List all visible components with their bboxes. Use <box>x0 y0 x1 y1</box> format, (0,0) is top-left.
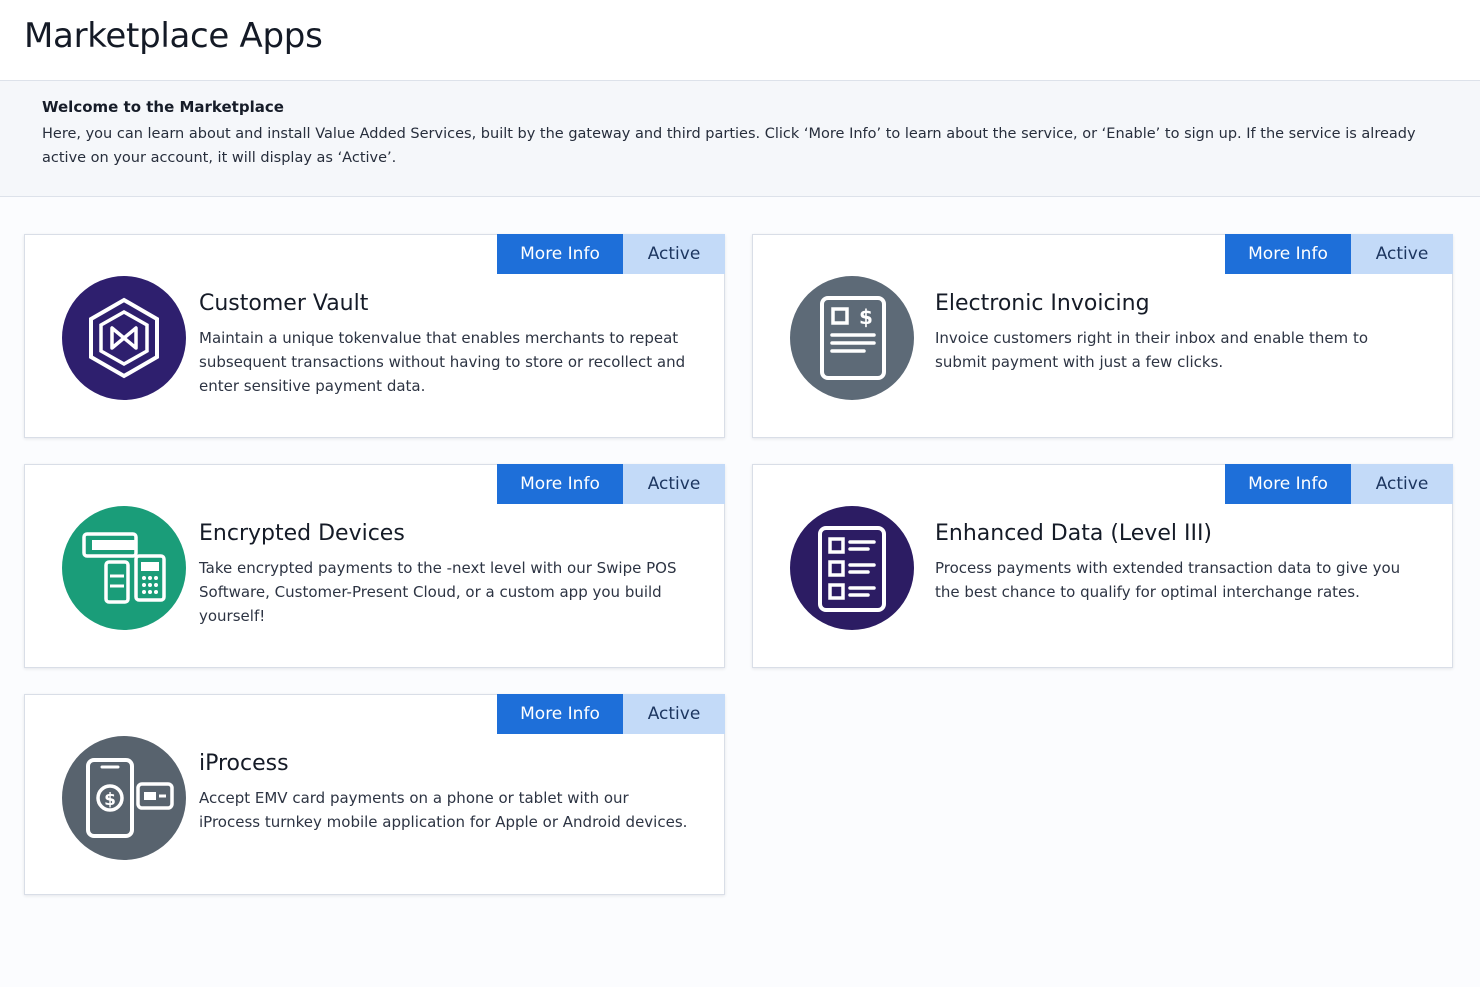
card-body: iProcess Accept EMV card payments on a p… <box>199 751 694 834</box>
svg-text:$: $ <box>859 305 873 329</box>
card-actions: More Info Active <box>1225 234 1453 274</box>
welcome-title: Welcome to the Marketplace <box>42 98 284 116</box>
card-title: iProcess <box>199 751 289 776</box>
mobile-payment-icon: $ <box>62 736 186 860</box>
checklist-document-icon <box>790 506 914 630</box>
card-actions: More Info Active <box>497 694 725 734</box>
welcome-banner: Welcome to the Marketplace Here, you can… <box>0 81 1480 197</box>
payment-terminal-icon <box>62 506 186 630</box>
active-status-button[interactable]: Active <box>623 234 725 274</box>
invoice-document-icon: $ <box>790 276 914 400</box>
active-status-button[interactable]: Active <box>1351 234 1453 274</box>
app-card-encrypted-devices: More Info Active Encrypted Devices Take … <box>24 464 725 668</box>
app-card-electronic-invoicing: More Info Active $ Electronic Invoicing … <box>752 234 1453 438</box>
card-actions: More Info Active <box>497 234 725 274</box>
more-info-button[interactable]: More Info <box>497 464 623 504</box>
card-description: Invoice customers right in their inbox a… <box>935 329 1369 371</box>
card-body: Enhanced Data (Level III) Process paymen… <box>935 521 1422 604</box>
card-title: Encrypted Devices <box>199 521 405 546</box>
vault-hexagon-icon <box>62 276 186 400</box>
card-description: Process payments with extended transacti… <box>935 559 1401 601</box>
page-header: Marketplace Apps <box>0 0 1480 81</box>
more-info-button[interactable]: More Info <box>497 694 623 734</box>
page-title: Marketplace Apps <box>24 16 323 56</box>
card-body: Electronic Invoicing Invoice customers r… <box>935 291 1422 374</box>
card-title: Enhanced Data (Level III) <box>935 521 1213 546</box>
welcome-text: Here, you can learn about and install Va… <box>42 126 1416 166</box>
card-title: Electronic Invoicing <box>935 291 1150 316</box>
card-body: Encrypted Devices Take encrypted payment… <box>199 521 694 628</box>
card-body: Customer Vault Maintain a unique tokenva… <box>199 291 694 398</box>
card-description: Maintain a unique tokenvalue that enable… <box>199 329 686 395</box>
app-card-iprocess: More Info Active $ iProcess Accept EMV c… <box>24 694 725 895</box>
svg-text:$: $ <box>104 790 116 810</box>
card-actions: More Info Active <box>1225 464 1453 504</box>
active-status-button[interactable]: Active <box>623 464 725 504</box>
app-card-customer-vault: More Info Active Customer Vault Maintain… <box>24 234 725 438</box>
card-description: Accept EMV card payments on a phone or t… <box>199 789 688 831</box>
active-status-button[interactable]: Active <box>1351 464 1453 504</box>
app-card-enhanced-data: More Info Active Enhanced Data (Level II… <box>752 464 1453 668</box>
more-info-button[interactable]: More Info <box>1225 234 1351 274</box>
active-status-button[interactable]: Active <box>623 694 725 734</box>
card-actions: More Info Active <box>497 464 725 504</box>
more-info-button[interactable]: More Info <box>1225 464 1351 504</box>
more-info-button[interactable]: More Info <box>497 234 623 274</box>
card-title: Customer Vault <box>199 291 369 316</box>
card-description: Take encrypted payments to the -next lev… <box>199 559 677 625</box>
